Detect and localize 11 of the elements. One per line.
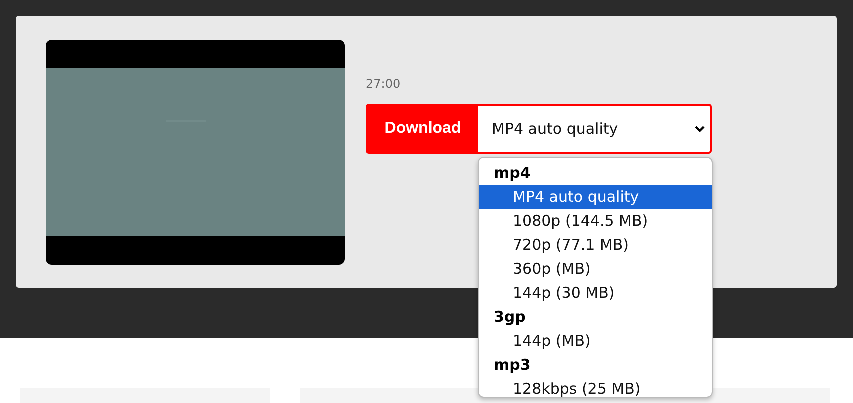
dropdown-option[interactable]: MP4 auto quality: [479, 185, 712, 209]
dropdown-option[interactable]: 144p (30 MB): [479, 281, 712, 305]
dropdown-option[interactable]: 128kbps (25 MB): [479, 377, 712, 397]
dropdown-option[interactable]: 720p (77.1 MB): [479, 233, 712, 257]
dropdown-option[interactable]: 144p (MB): [479, 329, 712, 353]
dropdown-option[interactable]: 1080p (144.5 MB): [479, 209, 712, 233]
option-group-label: mp3: [493, 355, 532, 376]
dropdown-option[interactable]: 360p (MB): [479, 257, 712, 281]
option-group-label: mp4: [493, 163, 532, 184]
video-duration: 27:00: [366, 77, 402, 91]
option-group-label: 3gp: [493, 307, 527, 328]
